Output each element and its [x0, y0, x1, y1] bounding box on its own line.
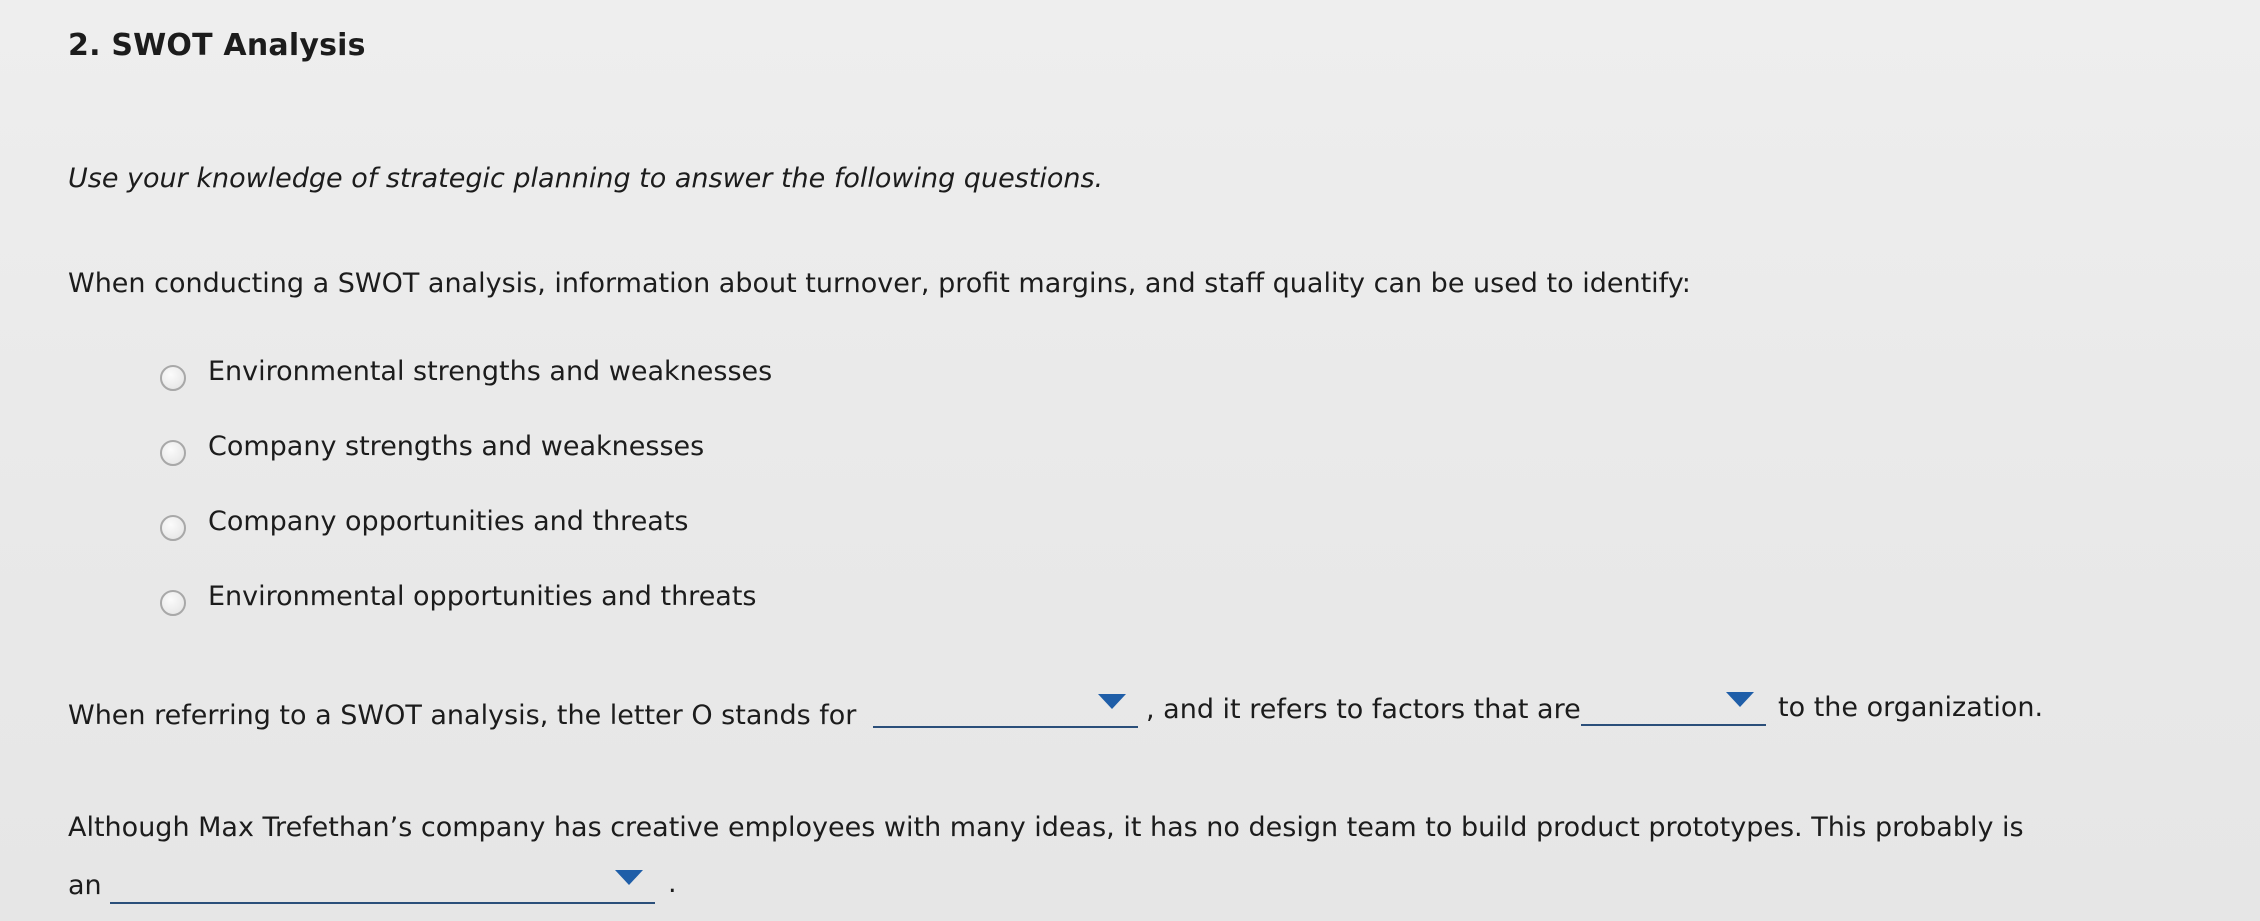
option-environmental-strengths-weaknesses[interactable]: Environmental strengths and weaknesses — [160, 356, 772, 431]
radio-button[interactable] — [160, 515, 186, 541]
factors-dropdown[interactable] — [1581, 684, 1766, 726]
question-2-text-middle: , and it refers to factors that are — [1146, 694, 1581, 725]
option-label: Company strengths and weaknesses — [208, 431, 705, 462]
option-label: Environmental strengths and weaknesses — [208, 356, 773, 387]
question-2-text-start: When referring to a SWOT analysis, the l… — [68, 700, 857, 731]
radio-button[interactable] — [160, 440, 186, 466]
weakness-type-dropdown[interactable] — [110, 862, 655, 904]
question-page: 2. SWOT Analysis Use your knowledge of s… — [0, 0, 2260, 921]
section-title: 2. SWOT Analysis — [68, 28, 366, 63]
question-3-suffix: . — [668, 868, 677, 899]
chevron-down-icon[interactable] — [1726, 692, 1754, 707]
instructions-text: Use your knowledge of strategic planning… — [68, 163, 1104, 194]
question-3-prefix: an — [68, 870, 102, 901]
option-label: Company opportunities and threats — [208, 506, 689, 537]
letter-o-dropdown[interactable] — [873, 686, 1138, 728]
option-company-strengths-weaknesses[interactable]: Company strengths and weaknesses — [160, 431, 772, 506]
option-label: Environmental opportunities and threats — [208, 581, 757, 612]
question-1-options: Environmental strengths and weaknesses C… — [160, 356, 772, 656]
chevron-down-icon[interactable] — [1098, 694, 1126, 709]
question-2-text-end: to the organization. — [1778, 692, 2044, 723]
radio-button[interactable] — [160, 590, 186, 616]
option-environmental-opportunities-threats[interactable]: Environmental opportunities and threats — [160, 581, 772, 656]
question-1-text: When conducting a SWOT analysis, informa… — [68, 268, 1691, 299]
question-3-text: Although Max Trefethan’s company has cre… — [68, 812, 2024, 843]
option-company-opportunities-threats[interactable]: Company opportunities and threats — [160, 506, 772, 581]
radio-button[interactable] — [160, 365, 186, 391]
chevron-down-icon[interactable] — [615, 870, 643, 885]
